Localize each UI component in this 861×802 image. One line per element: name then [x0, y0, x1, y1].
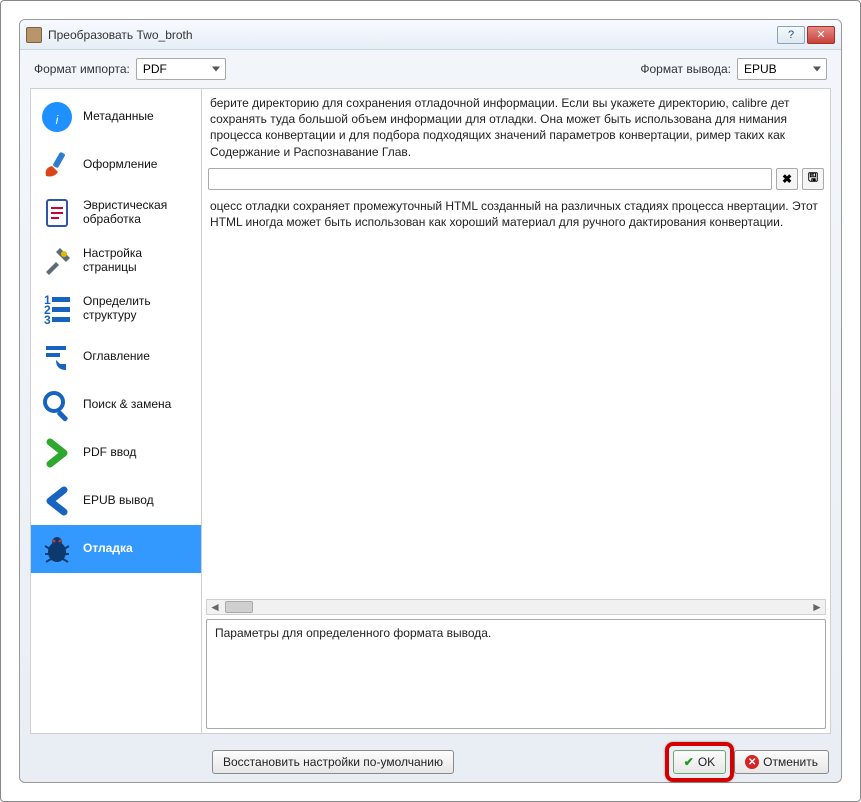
- cancel-button[interactable]: ✕Отменить: [734, 750, 829, 774]
- sidebar-item-pdfin[interactable]: PDF ввод: [31, 429, 201, 477]
- sidebar-item-label: EPUB вывод: [83, 494, 154, 508]
- output-format-hint: Параметры для определенного формата выво…: [206, 619, 826, 729]
- scroll-right-icon[interactable]: ►: [809, 600, 825, 614]
- list-numbered-icon: 123: [39, 291, 75, 327]
- document-icon: [39, 195, 75, 231]
- sidebar-item-structure[interactable]: 123 Определить структуру: [31, 285, 201, 333]
- button-row: Восстановить настройки по-умолчанию ✔OK …: [20, 742, 841, 782]
- folder-open-icon: 🖫: [808, 168, 818, 189]
- sidebar-item-label: Настройка страницы: [83, 247, 193, 275]
- import-format-label: Формат импорта:: [34, 62, 130, 76]
- debug-description-2: оцесс отладки сохраняет промежуточный HT…: [206, 190, 826, 234]
- check-icon: ✔: [684, 755, 694, 769]
- sidebar: i Метаданные Оформление Эвристическая об…: [30, 88, 202, 734]
- debug-description-1: берите директорию для сохранения отладоч…: [206, 93, 826, 168]
- import-format-value: PDF: [143, 62, 167, 76]
- main-panel: берите директорию для сохранения отладоч…: [202, 88, 831, 734]
- close-button[interactable]: ✕: [807, 26, 835, 44]
- sidebar-item-label: Определить структуру: [83, 295, 193, 323]
- toc-icon: [39, 339, 75, 375]
- clear-path-button[interactable]: ✖: [776, 168, 798, 190]
- ok-button[interactable]: ✔OK: [673, 750, 726, 774]
- sidebar-item-label: Оглавление: [83, 350, 150, 364]
- sidebar-item-page[interactable]: Настройка страницы: [31, 237, 201, 285]
- tools-icon: [39, 243, 75, 279]
- import-format-combo[interactable]: PDF: [136, 58, 226, 80]
- sidebar-item-label: Эвристическая обработка: [83, 199, 193, 227]
- sidebar-item-label: Оформление: [83, 158, 157, 172]
- cancel-icon: ✕: [745, 755, 759, 769]
- info-icon: i: [39, 99, 75, 135]
- sidebar-item-search[interactable]: Поиск & замена: [31, 381, 201, 429]
- sidebar-item-debug[interactable]: Отладка: [31, 525, 201, 573]
- clear-icon: ✖: [782, 172, 792, 186]
- horizontal-scrollbar[interactable]: ◄ ►: [206, 599, 826, 615]
- scroll-left-icon[interactable]: ◄: [207, 600, 223, 614]
- brush-icon: [39, 147, 75, 183]
- svg-text:i: i: [56, 113, 59, 127]
- scroll-thumb[interactable]: [225, 601, 253, 613]
- format-row: Формат импорта: PDF Формат вывода: EPUB: [20, 50, 841, 88]
- svg-text:3: 3: [44, 313, 51, 326]
- sidebar-item-label: Отладка: [83, 542, 133, 556]
- debug-directory-input[interactable]: [208, 168, 772, 190]
- app-icon: [26, 27, 42, 43]
- sidebar-item-metadata[interactable]: i Метаданные: [31, 93, 201, 141]
- sidebar-item-label: Метаданные: [83, 110, 154, 124]
- sidebar-item-epubout[interactable]: EPUB вывод: [31, 477, 201, 525]
- chevron-left-icon: [39, 483, 75, 519]
- output-format-label: Формат вывода:: [640, 62, 731, 76]
- sidebar-item-label: Поиск & замена: [83, 398, 171, 412]
- chevron-right-icon: [39, 435, 75, 471]
- help-button[interactable]: ?: [777, 26, 805, 44]
- window-title: Преобразовать Two_broth: [48, 28, 777, 42]
- browse-path-button[interactable]: 🖫: [802, 168, 824, 190]
- search-icon: [39, 387, 75, 423]
- sidebar-item-toc[interactable]: Оглавление: [31, 333, 201, 381]
- bug-icon: [39, 531, 75, 567]
- sidebar-item-look[interactable]: Оформление: [31, 141, 201, 189]
- output-format-value: EPUB: [744, 62, 777, 76]
- output-format-combo[interactable]: EPUB: [737, 58, 827, 80]
- restore-defaults-button[interactable]: Восстановить настройки по-умолчанию: [212, 750, 454, 774]
- titlebar: Преобразовать Two_broth ? ✕: [20, 20, 841, 50]
- sidebar-item-heuristic[interactable]: Эвристическая обработка: [31, 189, 201, 237]
- sidebar-item-label: PDF ввод: [83, 446, 136, 460]
